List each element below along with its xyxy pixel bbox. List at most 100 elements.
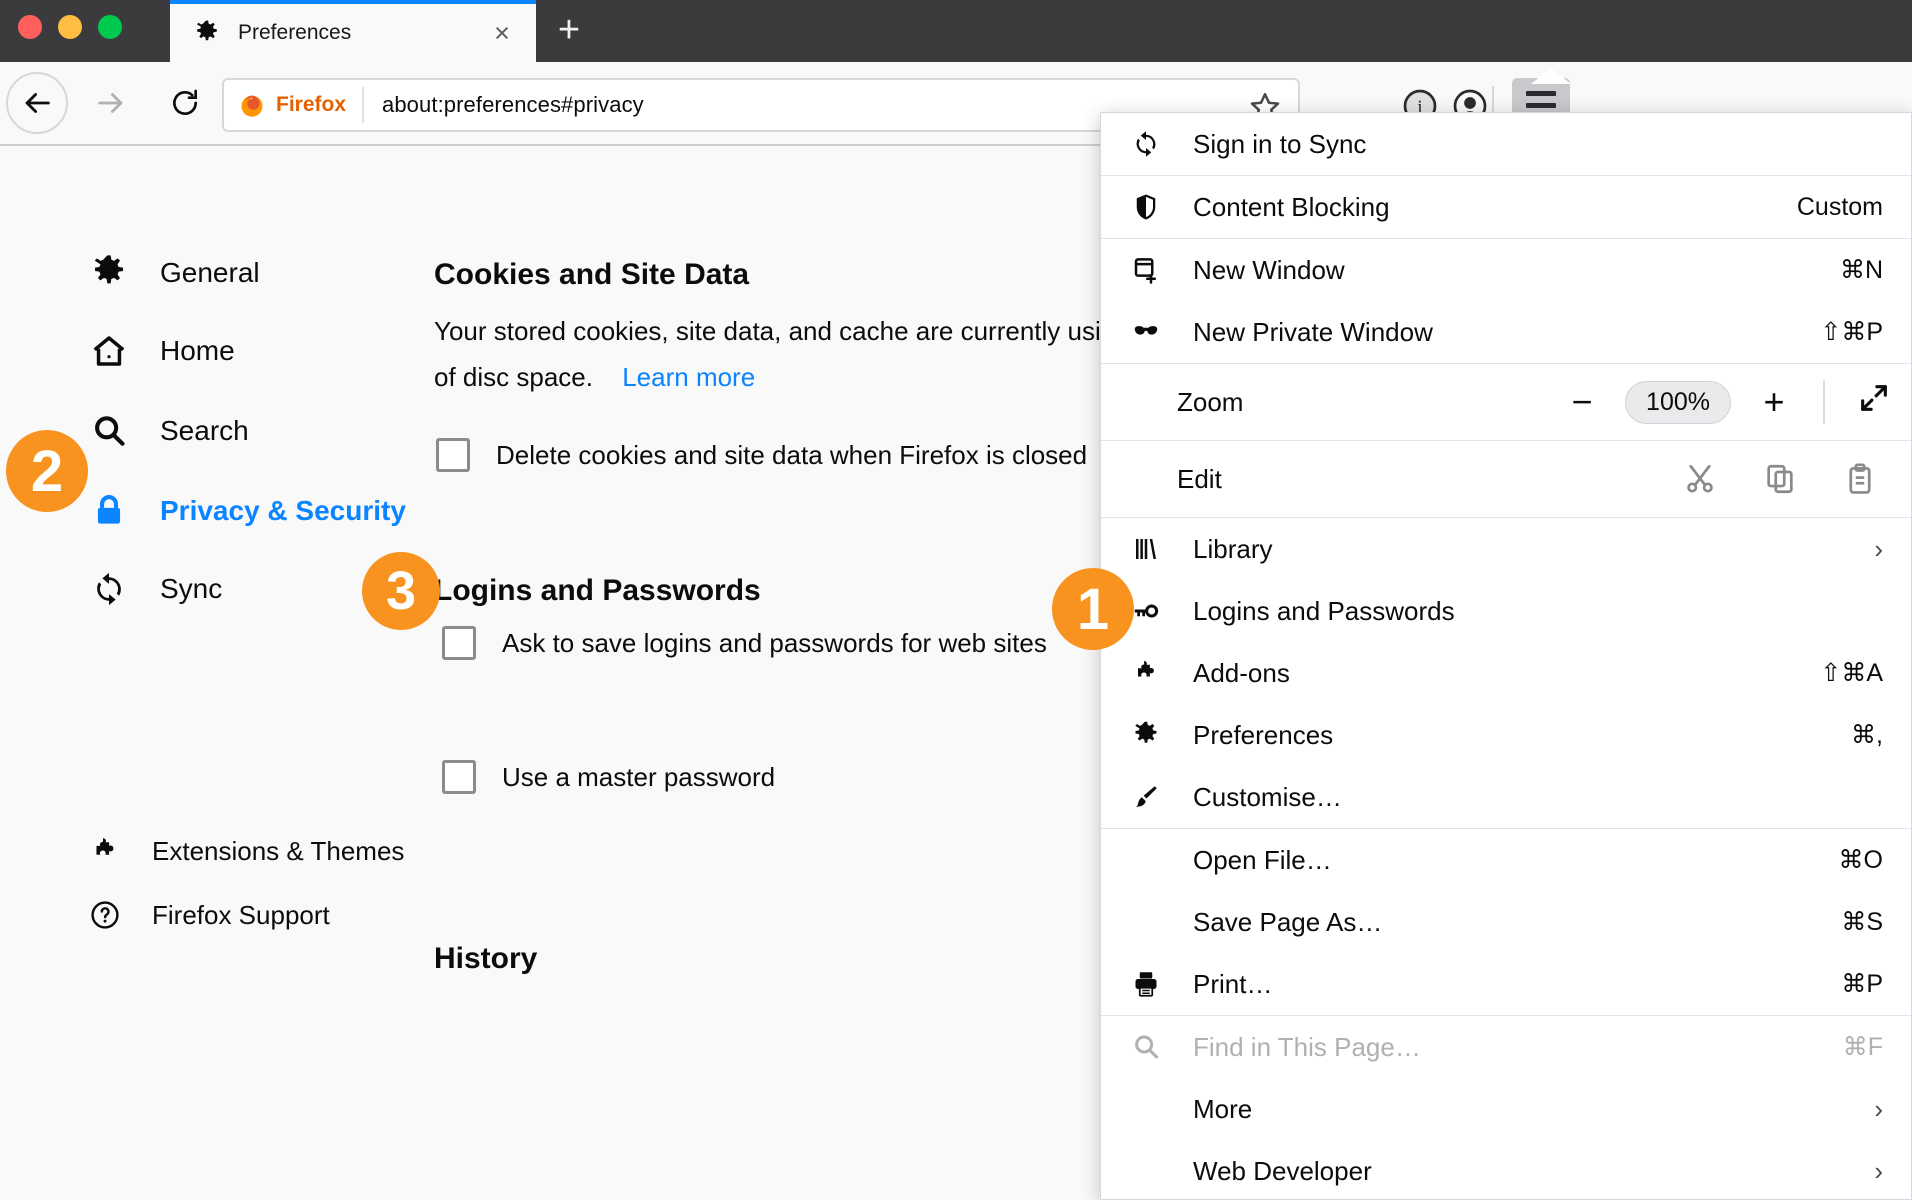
menu-item-preferences[interactable]: Preferences ⌘, — [1101, 704, 1911, 766]
menu-item-label: Find in This Page… — [1193, 1032, 1421, 1063]
cookies-description-text: of disc space. — [434, 362, 593, 392]
menu-item-web-developer[interactable]: Web Developer › — [1101, 1140, 1911, 1200]
edit-label: Edit — [1177, 464, 1222, 495]
sidebar-item-label: Extensions & Themes — [152, 836, 404, 867]
forward-button[interactable] — [80, 72, 142, 134]
scissors-icon[interactable] — [1683, 462, 1717, 496]
menu-item-new-window[interactable]: New Window ⌘N — [1101, 239, 1911, 301]
url-text[interactable]: about:preferences#privacy — [382, 92, 644, 118]
menu-pointer-arrow — [1531, 68, 1571, 84]
sidebar-item-label: Home — [160, 335, 235, 367]
chevron-right-icon: › — [1874, 1094, 1883, 1125]
zoom-control-row: Zoom − 100% + — [1101, 364, 1911, 440]
brush-icon — [1131, 782, 1177, 812]
menu-item-label: Web Developer — [1193, 1156, 1372, 1187]
menu-item-label: Add-ons — [1193, 658, 1290, 689]
ask-save-logins-checkbox-row[interactable]: Ask to save logins and passwords for web… — [442, 626, 1047, 660]
identity-box[interactable]: Firefox — [224, 87, 364, 123]
menu-item-shortcut: ⇧⌘P — [1800, 317, 1883, 347]
browser-tab[interactable]: Preferences × — [170, 0, 536, 62]
menu-item-more[interactable]: More › — [1101, 1078, 1911, 1140]
edit-controls — [1683, 462, 1877, 496]
zoom-in-button[interactable]: + — [1757, 384, 1791, 420]
window-maximize-button[interactable] — [98, 15, 122, 39]
menu-group-edit: Edit — [1101, 441, 1911, 518]
zoom-out-button[interactable]: − — [1565, 384, 1599, 420]
callout-badge-2: 2 — [6, 430, 88, 512]
clipboard-icon[interactable] — [1843, 462, 1877, 496]
menu-item-save-page-as[interactable]: Save Page As… ⌘S — [1101, 891, 1911, 953]
key-icon — [1131, 596, 1177, 626]
menu-item-logins-and-passwords[interactable]: Logins and Passwords — [1101, 580, 1911, 642]
master-password-label: Use a master password — [502, 762, 775, 793]
question-circle-icon — [88, 898, 122, 932]
history-section-title: History — [434, 942, 537, 976]
menu-item-new-private-window[interactable]: New Private Window ⇧⌘P — [1101, 301, 1911, 363]
printer-icon — [1131, 969, 1177, 999]
menu-item-print[interactable]: Print… ⌘P — [1101, 953, 1911, 1015]
puzzle-icon — [88, 834, 122, 868]
close-icon[interactable]: × — [482, 13, 522, 53]
menu-item-content-blocking[interactable]: Content Blocking Custom — [1101, 176, 1911, 238]
menu-item-shortcut: ⌘O — [1819, 845, 1883, 875]
search-icon — [1131, 1032, 1177, 1062]
delete-cookies-checkbox[interactable] — [436, 438, 470, 472]
gear-icon — [1131, 720, 1177, 750]
menu-item-shortcut: ⌘, — [1831, 720, 1883, 750]
fullscreen-icon[interactable] — [1857, 381, 1891, 423]
sidebar-item-privacy-security[interactable]: Privacy & Security — [88, 488, 406, 534]
master-password-checkbox-row[interactable]: Use a master password — [442, 760, 775, 794]
tab-bar: Preferences × + — [0, 0, 1912, 62]
back-button[interactable] — [6, 72, 68, 134]
window-controls — [18, 15, 122, 39]
sidebar-item-home[interactable]: Home — [88, 328, 235, 374]
menu-group-content-blocking: Content Blocking Custom — [1101, 176, 1911, 239]
menu-group-windows: New Window ⌘N New Private Window ⇧⌘P — [1101, 239, 1911, 364]
window-close-button[interactable] — [18, 15, 42, 39]
callout-badge-1: 1 — [1052, 568, 1134, 650]
zoom-controls: − 100% + — [1565, 380, 1891, 424]
logins-section-title: Logins and Passwords — [434, 574, 761, 608]
new-tab-button[interactable]: + — [545, 6, 593, 54]
menu-item-sign-in-to-sync[interactable]: Sign in to Sync — [1101, 113, 1911, 175]
menu-group-sync: Sign in to Sync — [1101, 113, 1911, 176]
firefox-logo-icon — [238, 91, 266, 119]
sidebar-item-general[interactable]: General — [88, 250, 260, 296]
window-minimize-button[interactable] — [58, 15, 82, 39]
sidebar-item-extensions-themes[interactable]: Extensions & Themes — [88, 828, 404, 874]
cookies-description-line1: Your stored cookies, site data, and cach… — [434, 306, 1115, 356]
menu-item-library[interactable]: Library › — [1101, 518, 1911, 580]
tab-title: Preferences — [238, 21, 482, 45]
zoom-divider — [1823, 380, 1825, 424]
menu-item-find-in-this-page[interactable]: Find in This Page… ⌘F — [1101, 1016, 1911, 1078]
menu-item-customise[interactable]: Customise… — [1101, 766, 1911, 828]
ask-save-logins-checkbox[interactable] — [442, 626, 476, 660]
edit-control-row: Edit — [1101, 441, 1911, 517]
sidebar-item-label: General — [160, 257, 260, 289]
learn-more-link[interactable]: Learn more — [622, 362, 755, 392]
menu-item-label: Logins and Passwords — [1193, 596, 1455, 627]
sidebar-item-search[interactable]: Search — [88, 408, 249, 454]
sidebar-item-sync[interactable]: Sync — [88, 566, 222, 612]
identity-label: Firefox — [276, 93, 346, 117]
menu-item-label: Library — [1193, 534, 1272, 565]
menu-item-shortcut: ⌘N — [1820, 255, 1883, 285]
shield-icon — [1131, 192, 1177, 222]
master-password-checkbox[interactable] — [442, 760, 476, 794]
sidebar-item-firefox-support[interactable]: Firefox Support — [88, 892, 330, 938]
menu-item-label: Save Page As… — [1193, 907, 1382, 938]
page-title-cookies: Cookies and Site Data — [434, 258, 749, 292]
menu-group-file: Open File… ⌘O Save Page As… ⌘S — [1101, 829, 1911, 1016]
copy-icon[interactable] — [1763, 462, 1797, 496]
menu-item-add-ons[interactable]: Add-ons ⇧⌘A — [1101, 642, 1911, 704]
cookies-description-line2: of disc space. Learn more — [434, 352, 755, 402]
delete-cookies-checkbox-row[interactable]: Delete cookies and site data when Firefo… — [436, 438, 1087, 472]
reload-button[interactable] — [154, 72, 216, 134]
menu-item-open-file[interactable]: Open File… ⌘O — [1101, 829, 1911, 891]
sync-icon — [1131, 129, 1177, 159]
callout-badge-3: 3 — [362, 552, 440, 630]
zoom-level-value[interactable]: 100% — [1625, 381, 1731, 424]
menu-item-label: Customise… — [1193, 782, 1342, 813]
menu-item-shortcut: ⌘P — [1821, 969, 1883, 999]
menu-group-zoom: Zoom − 100% + — [1101, 364, 1911, 441]
